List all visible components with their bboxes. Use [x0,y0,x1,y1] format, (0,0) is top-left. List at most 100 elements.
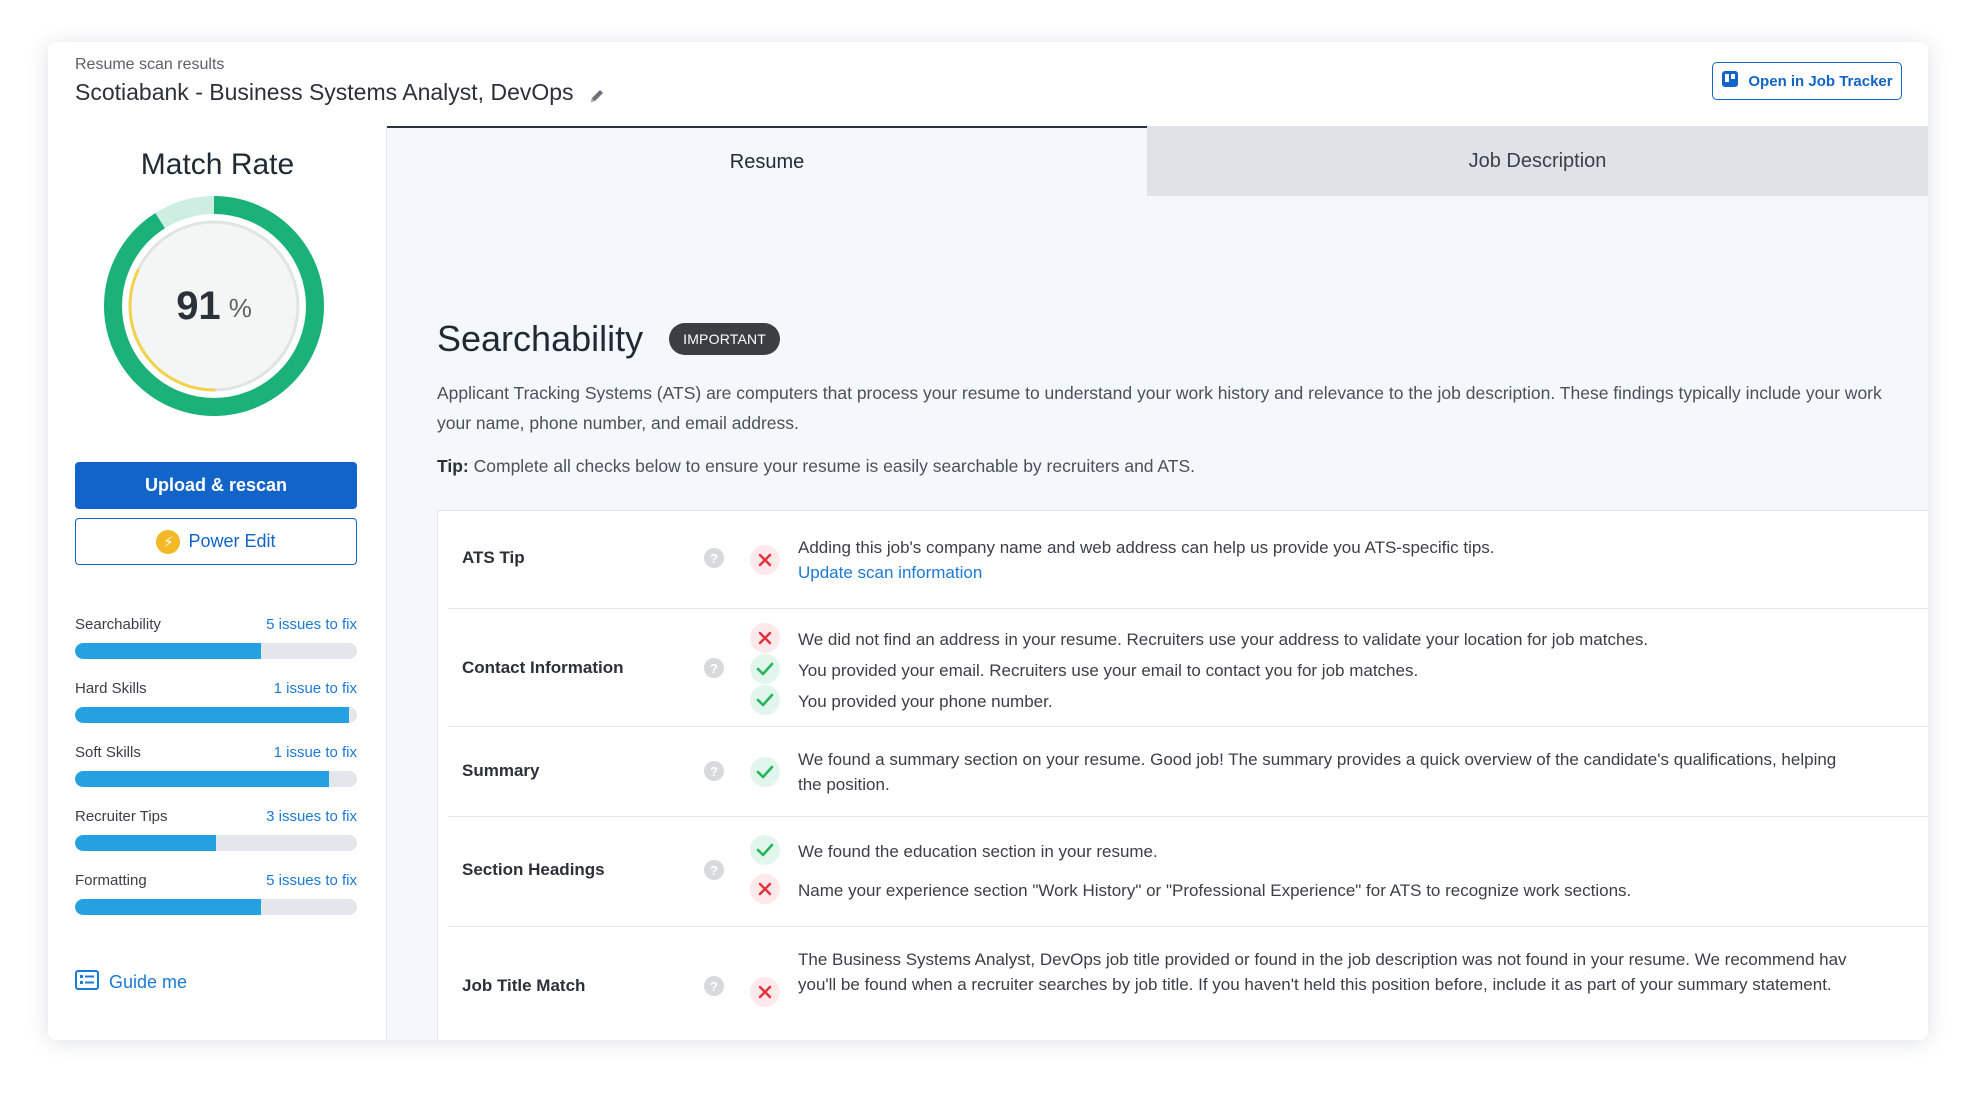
section-tip: Tip: Complete all checks below to ensure… [437,456,1195,477]
category-issues-link[interactable]: 5 issues to fix [266,616,357,633]
section-header: Searchability IMPORTANT [437,318,781,360]
tab-bar: Resume Job Description [387,126,1928,196]
check-item: Name your experience section "Work Histo… [750,874,1632,904]
header: Resume scan results Scotiabank - Busines… [48,42,1928,126]
check-message: We found the education section in your r… [798,842,1158,861]
row-label: Section Headings [462,860,605,879]
check-message: Adding this job's company name and web a… [798,538,1495,557]
job-tracker-label: Open in Job Tracker [1748,72,1893,90]
lightning-bolt-icon: ⚡ [156,529,181,554]
category-name: Formatting [75,872,147,889]
progress-fill [75,771,329,787]
check-message: You provided your email. Recruiters use … [798,661,1419,680]
tab-job-description[interactable]: Job Description [1147,126,1928,196]
check-text: We found a summary section on your resum… [798,747,1836,797]
important-badge: IMPORTANT [669,323,781,355]
category-searchability[interactable]: Searchability 5 issues to fix [75,616,357,659]
guide-me-link[interactable]: Guide me [75,970,187,995]
match-rate-title: Match Rate [140,148,295,181]
tip-text: Complete all checks below to ensure your… [468,456,1196,476]
tip-label: Tip: [437,456,469,476]
category-issues-link[interactable]: 5 issues to fix [266,872,357,889]
help-icon[interactable]: ? [704,860,724,880]
edit-pencil-icon[interactable] [588,84,606,102]
category-progress-bar [75,835,357,851]
category-issues-link[interactable]: 1 issue to fix [274,744,357,761]
job-tracker-icon [1721,70,1739,92]
breadcrumb: Resume scan results [75,56,225,73]
description-line-2: your name, phone number, and email addre… [437,413,799,433]
help-icon[interactable]: ? [704,761,724,781]
tab-resume[interactable]: Resume [387,126,1147,196]
check-row-job-title-match: Job Title Match ? The Business Systems A… [448,927,1928,1040]
check-item: You provided your email. Recruiters use … [750,654,1419,684]
match-rate-unit: % [228,292,252,323]
check-text: The Business Systems Analyst, DevOps job… [798,947,1847,997]
category-progress-bar [75,643,357,659]
progress-fill [75,835,216,851]
pass-check-icon [750,757,780,787]
section-title: Searchability [437,318,644,359]
category-hard-skills[interactable]: Hard Skills 1 issue to fix [75,680,357,723]
fail-x-icon [750,623,780,653]
check-message-cont: the position. [798,775,890,794]
progress-fill [75,899,262,915]
guide-me-label: Guide me [109,972,188,992]
main-panel: Resume Job Description Searchability IMP… [387,126,1928,1040]
row-label: Summary [462,761,540,780]
category-name: Hard Skills [75,680,147,697]
category-name: Soft Skills [75,744,141,761]
help-icon[interactable]: ? [704,976,724,996]
row-label: Job Title Match [462,976,586,995]
check-item: Adding this job's company name and web a… [750,535,1495,585]
check-item: We found the education section in your r… [750,835,1158,865]
check-message: Name your experience section "Work Histo… [798,881,1632,900]
pass-check-icon [750,685,780,715]
check-row-ats-tip: ATS Tip ? Adding this job's company name… [448,511,1928,609]
category-progress-bar [75,771,357,787]
fail-x-icon [750,874,780,904]
category-soft-skills[interactable]: Soft Skills 1 issue to fix [75,744,357,787]
power-edit-label: Power Edit [188,531,276,551]
fail-x-icon [750,977,780,1007]
category-progress-bar [75,707,357,723]
description-line-1: Applicant Tracking Systems (ATS) are com… [437,383,1882,403]
check-item: The Business Systems Analyst, DevOps job… [750,947,1847,1007]
check-item: We found a summary section on your resum… [750,747,1836,797]
match-rate-number: 91 [176,283,221,328]
update-scan-information-link[interactable]: Update scan information [798,560,1495,585]
power-edit-button[interactable]: ⚡ Power Edit [75,518,357,565]
check-message-cont: you'll be found when a recruiter searche… [798,975,1832,994]
check-text: Adding this job's company name and web a… [798,535,1495,585]
check-item: We did not find an address in your resum… [750,623,1649,653]
category-progress-bar [75,899,357,915]
upload-rescan-button[interactable]: Upload & rescan [75,462,357,509]
open-in-job-tracker-button[interactable]: Open in Job Tracker [1712,62,1902,100]
check-row-summary: Summary ? We found a summary section on … [448,727,1928,817]
match-rate-value: 91 % [104,196,324,416]
check-message: You provided your phone number. [798,692,1053,711]
progress-fill [75,643,262,659]
category-formatting[interactable]: Formatting 5 issues to fix [75,872,357,915]
check-message: We did not find an address in your resum… [798,630,1649,649]
category-issues-link[interactable]: 3 issues to fix [266,808,357,825]
pass-check-icon [750,654,780,684]
page-title: Scotiabank - Business Systems Analyst, D… [75,79,606,106]
row-label: ATS Tip [462,548,525,567]
check-item: You provided your phone number. [750,685,1053,715]
job-title-text: Scotiabank - Business Systems Analyst, D… [75,79,574,105]
row-label: Contact Information [462,658,624,677]
help-icon[interactable]: ? [704,658,724,678]
category-name: Recruiter Tips [75,808,168,825]
progress-fill [75,707,349,723]
check-message: We found a summary section on your resum… [798,750,1837,769]
category-name: Searchability [75,616,161,633]
help-icon[interactable]: ? [704,548,724,568]
guide-list-icon [75,970,99,995]
category-issues-link[interactable]: 1 issue to fix [274,680,357,697]
pass-check-icon [750,835,780,865]
category-recruiter-tips[interactable]: Recruiter Tips 3 issues to fix [75,808,357,851]
check-row-contact-information: Contact Information ? We did not find an… [448,609,1928,727]
sidebar: Match Rate 91 % Upload & rescan ⚡ Power … [48,126,387,1040]
fail-x-icon [750,545,780,575]
